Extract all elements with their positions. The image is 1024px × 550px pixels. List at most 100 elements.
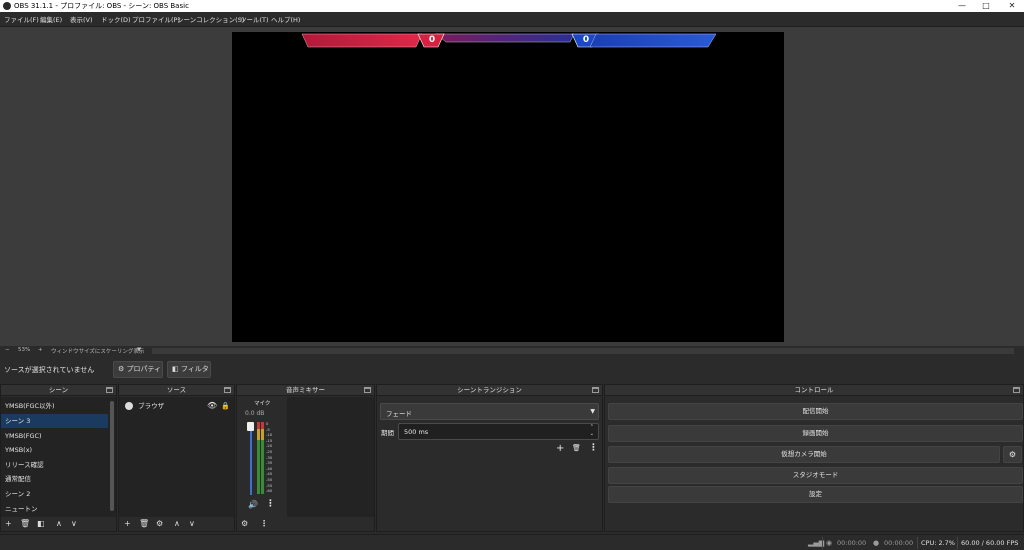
level-meter-right [261,422,264,494]
mic-channel-label: マイク [254,401,271,407]
filters-button[interactable]: ◧ フィルタ [167,361,211,378]
scenes-list[interactable]: YMSB(FGC以外) シーン 3 YMSB(FGC) YMSB(x) リリース… [1,397,116,517]
lock-icon[interactable]: 🔒 [221,399,230,413]
start-recording-button[interactable]: 録画開始 [608,425,1023,442]
scale-mode-dropdown-icon[interactable]: ▼ [137,347,141,353]
browser-icon [125,402,133,410]
mixer-title: 音声ミキサー [286,386,325,394]
preview-zoom-bar: − 53% + ウィンドウサイズにスケーリング表示 ▼ [0,346,1024,356]
minimize-button[interactable]: — [952,0,972,12]
trash-icon[interactable]: 🗑 [572,444,581,452]
menu-file[interactable]: ファイル(F) [4,14,39,24]
level-meter-left [257,422,260,494]
move-up-icon[interactable]: ∧ [56,519,62,529]
mixer-body: マイク 0.0 dB 0 -5 -10 -15 -20 -25 -30 -35 … [237,397,374,517]
scene-item[interactable]: シーン 2 [1,487,116,501]
move-down-icon[interactable]: ∨ [189,519,195,529]
transition-type-value: フェード [386,410,412,418]
window-title: OBS 31.1.1 - プロファイル: OBS - シーン: OBS Basi… [14,2,189,10]
volume-slider-handle[interactable] [247,422,254,431]
zoom-out-button[interactable]: − [5,347,10,353]
spin-arrows-icon[interactable]: ⌃ ⌄ [590,424,594,438]
virtual-camera-settings-button[interactable]: ⚙ [1003,446,1022,463]
properties-button[interactable]: ⚙ プロパティ [113,361,163,378]
zoom-level: 53% [18,347,31,353]
move-down-icon[interactable]: ∨ [71,519,77,529]
scenes-scrollbar[interactable] [110,401,114,511]
meter-scale-tick: -60 [266,488,273,494]
menu-view[interactable]: 表示(V) [70,14,93,24]
preview-horizontal-scrollbar[interactable] [152,348,1014,354]
undock-icon[interactable] [364,387,371,393]
source-item[interactable]: ブラウザ 👁 🔒 [119,399,234,413]
advanced-audio-gear-icon[interactable]: ⚙ [241,519,248,529]
settings-button[interactable]: 設定 [608,486,1023,503]
scene-item[interactable]: YMSB(FGC以外) [1,399,116,413]
scene-item[interactable]: 通常配信 [1,472,116,486]
menu-tools[interactable]: ツール(T) [240,14,269,24]
add-icon[interactable]: + [5,519,12,529]
filters-label: フィルタ [180,365,209,373]
speaker-icon[interactable]: 🔊 [248,500,258,509]
add-icon[interactable]: + [124,519,131,529]
add-transition-icon[interactable]: + [556,443,564,454]
fps-readout: 60.00 / 60.00 FPS [961,539,1019,547]
trash-icon[interactable]: 🗑 [20,519,30,529]
gear-icon[interactable]: ⚙ [156,519,163,529]
menu-edit[interactable]: 編集(E) [40,14,62,24]
undock-icon[interactable] [224,387,231,393]
scenes-title: シーン [48,386,69,394]
scene-item-selected[interactable]: シーン 3 [1,414,108,428]
record-status-icon: ● [873,539,880,547]
start-streaming-button[interactable]: 配信開始 [608,403,1023,420]
undock-icon[interactable] [106,387,113,393]
scale-mode-label: ウィンドウサイズにスケーリング表示 [51,349,145,355]
scene-item[interactable]: YMSB(FGC) [1,429,116,443]
menu-profile[interactable]: プロファイル(P) [132,14,180,24]
sources-footer: + 🗑 ⚙ ∧ ∨ [119,517,234,531]
mixer-footer: ⚙ ⋮ [237,517,374,531]
scene-item[interactable]: YMSB(x) [1,443,116,457]
scenes-dock: シーン YMSB(FGC以外) シーン 3 YMSB(FGC) YMSB(x) … [0,384,117,532]
start-virtual-camera-button[interactable]: 仮想カメラ開始 [608,446,1000,463]
preview-canvas[interactable]: 0 0 [232,32,784,342]
scene-transitions-dock: シーントランジション フェード ▼ 期間 500 ms ⌃ ⌄ + 🗑 ⋮ [376,384,603,532]
filter-icon[interactable]: ◧ [37,519,45,529]
sources-title: ソース [166,386,187,394]
duration-spinbox[interactable]: 500 ms ⌃ ⌄ [398,423,599,440]
chevron-down-icon: ▼ [590,408,595,415]
duration-value: 500 ms [404,428,429,436]
source-name: ブラウザ [138,402,165,410]
menu-scene-collection[interactable]: シーンコレクション(S) [177,14,244,24]
scene-item[interactable]: ニュートン [1,502,116,516]
stream-status-icon: ◉ [826,539,833,547]
menu-dock[interactable]: ドック(D) [101,14,131,24]
transition-type-select[interactable]: フェード ▼ [380,403,599,420]
properties-label: プロパティ [126,365,162,373]
undock-icon[interactable] [1013,387,1020,393]
studio-mode-button[interactable]: スタジオモード [608,467,1023,484]
trash-icon[interactable]: 🗑 [139,519,149,529]
more-options-icon[interactable]: ⋮ [266,499,275,509]
volume-slider-track[interactable] [250,422,252,495]
controls-title: コントロール [794,386,834,394]
scenes-dock-header: シーン [1,385,116,396]
transitions-dock-header: シーントランジション [377,385,602,396]
zoom-in-button[interactable]: + [38,347,43,353]
undock-icon[interactable] [592,387,599,393]
cpu-usage: CPU: 2.7% [921,539,955,547]
maximize-button[interactable]: □ [976,0,996,12]
title-bar: OBS 31.1.1 - プロファイル: OBS - シーン: OBS Basi… [0,0,1024,12]
eye-icon[interactable]: 👁 [207,399,217,413]
transitions-title: シーントランジション [457,386,522,394]
transition-menu-icon[interactable]: ⋮ [589,443,598,453]
close-button[interactable]: ✕ [1002,0,1022,12]
menu-help[interactable]: ヘルプ(H) [271,14,300,24]
mixer-menu-icon[interactable]: ⋮ [260,519,268,529]
controls-dock: コントロール 配信開始 録画開始 仮想カメラ開始 ⚙ スタジオモード 設定 [604,384,1024,532]
obs-logo-icon [3,2,11,10]
move-up-icon[interactable]: ∧ [174,519,180,529]
no-source-selected-label: ソースが選択されていません [4,366,95,374]
sources-list[interactable]: ブラウザ 👁 🔒 [119,397,234,517]
scene-item[interactable]: リリース確認 [1,458,116,472]
